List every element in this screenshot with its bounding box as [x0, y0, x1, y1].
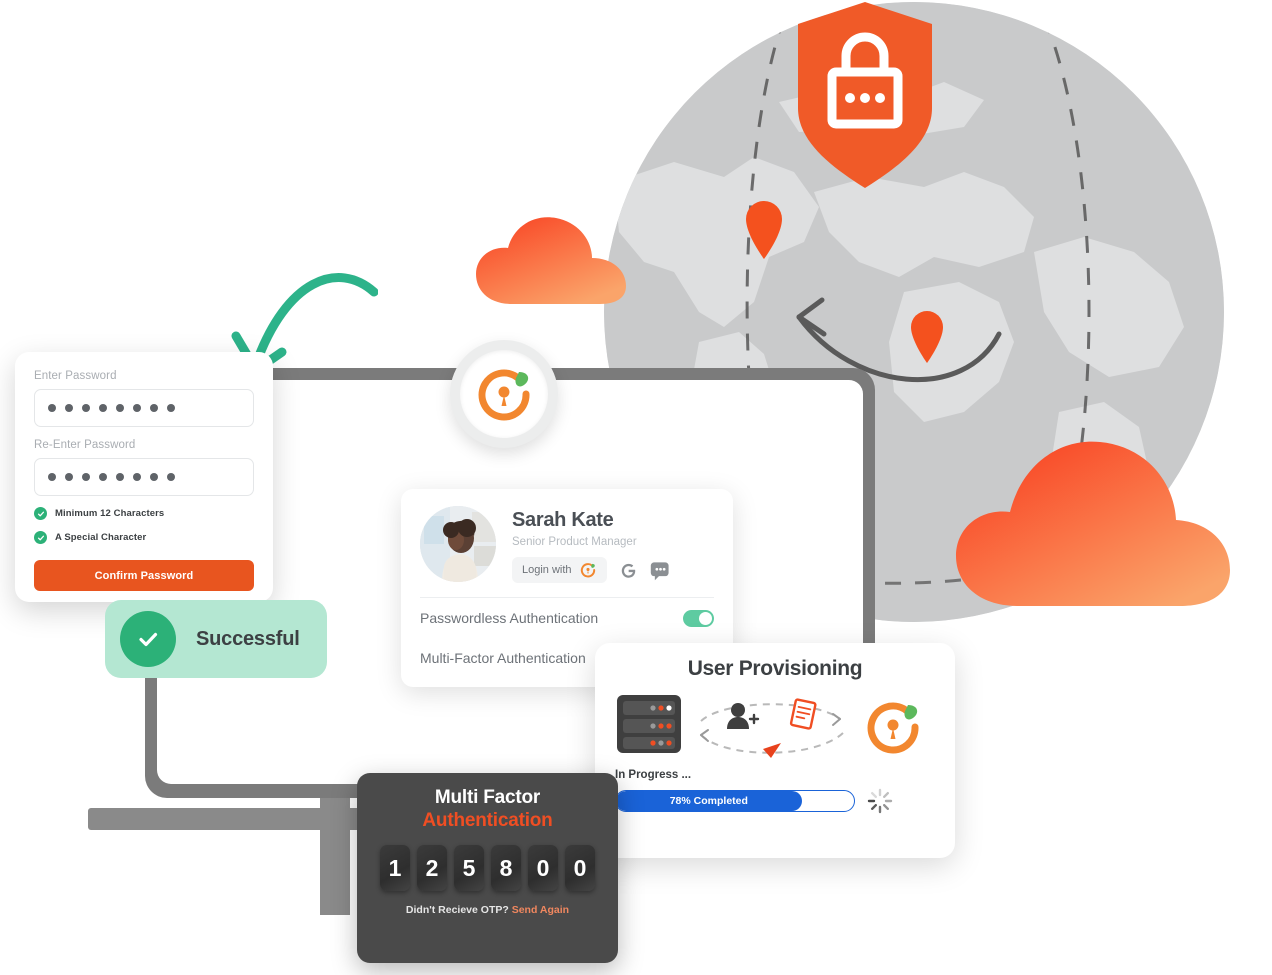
provisioning-diagram [615, 687, 935, 765]
otp-digit: 0 [573, 854, 587, 881]
success-label: Successful [196, 627, 300, 650]
security-shield-icon [790, 0, 940, 190]
provisioning-title: User Provisioning [687, 657, 863, 680]
otp-digit: 2 [425, 854, 439, 881]
requirement-item: Minimum 12 Characters [34, 507, 254, 520]
otp-digit-box[interactable]: 0 [565, 845, 595, 891]
reenter-password-label: Re-Enter Password [34, 439, 136, 451]
requirement-label: Minimum 12 Characters [55, 508, 165, 519]
login-with-chip[interactable]: Login with [512, 557, 607, 583]
user-add-icon [727, 703, 760, 729]
masked-dot [167, 473, 175, 481]
auth-option-label: Passwordless Authentication [420, 610, 599, 626]
masked-dot [82, 473, 90, 481]
login-with-label: Login with [522, 564, 572, 576]
pointer-icon [763, 743, 781, 758]
cyberark-icon [580, 563, 595, 578]
server-rack-icon [617, 695, 681, 753]
profile-name: Sarah Kate [512, 509, 614, 531]
send-again-link[interactable]: Send Again [512, 904, 569, 916]
masked-dot [116, 473, 124, 481]
masked-dot [150, 473, 158, 481]
provisioning-status: In Progress ... [615, 769, 692, 781]
otp-digit-box[interactable]: 8 [491, 845, 521, 891]
otp-resend-row: Didn't Recieve OTP? Send Again [357, 904, 618, 916]
enter-password-label: Enter Password [34, 370, 117, 382]
illustration-stage: Enter Password Re-Enter Password Minimum… [0, 0, 1272, 975]
masked-dot [48, 473, 56, 481]
confirm-password-button[interactable]: Confirm Password [34, 560, 254, 591]
profile-role: Senior Product Manager [512, 536, 637, 548]
user-provisioning-card: User Provisioning In Progress ... 78% Co… [595, 643, 955, 858]
identity-ring-icon [867, 702, 919, 754]
masked-dot [150, 404, 158, 412]
requirement-label: A Special Character [55, 532, 147, 543]
document-icon [789, 698, 817, 730]
progress-label: 78% Completed [669, 795, 748, 807]
spinner-icon [867, 788, 893, 814]
identity-ring-icon [478, 369, 530, 421]
masked-dot [167, 404, 175, 412]
requirement-item: A Special Character [34, 531, 254, 544]
avatar [420, 506, 496, 582]
mfa-title-line1: Multi Factor [434, 787, 541, 808]
masked-dot [99, 404, 107, 412]
mfa-otp-card: Multi Factor Authentication 1 2 5 8 0 0 … [357, 773, 618, 963]
identity-logo-badge [450, 340, 558, 448]
mfa-title-line2: Authentication [422, 810, 553, 831]
masked-dot [65, 404, 73, 412]
reenter-password-input[interactable] [34, 458, 254, 496]
masked-dot [116, 404, 124, 412]
otp-digit-box[interactable]: 1 [380, 845, 410, 891]
discord-icon[interactable] [650, 560, 671, 581]
otp-input-group[interactable]: 1 2 5 8 0 0 [357, 845, 618, 891]
progress-bar: 78% Completed [615, 790, 855, 812]
otp-digit: 8 [499, 854, 513, 881]
cloud-icon [948, 428, 1238, 623]
masked-dot [133, 473, 141, 481]
otp-digit-box[interactable]: 2 [417, 845, 447, 891]
check-icon [120, 611, 176, 667]
password-setup-card: Enter Password Re-Enter Password Minimum… [15, 352, 273, 602]
otp-digit-box[interactable]: 5 [454, 845, 484, 891]
otp-resend-prompt: Didn't Recieve OTP? [405, 904, 509, 916]
password-input[interactable] [34, 389, 254, 427]
otp-digit: 5 [462, 854, 476, 881]
auth-option-label: Multi-Factor Authentication [420, 650, 586, 666]
progress-bar-fill: 78% Completed [616, 791, 802, 811]
masked-dot [48, 404, 56, 412]
monitor-neck [320, 795, 350, 915]
google-icon[interactable] [619, 561, 638, 580]
check-icon [34, 507, 47, 520]
toggle-switch[interactable] [683, 609, 714, 627]
auth-option-passwordless[interactable]: Passwordless Authentication [420, 598, 714, 638]
masked-dot [82, 404, 90, 412]
masked-dot [99, 473, 107, 481]
cloud-icon [472, 206, 632, 331]
otp-digit: 1 [388, 854, 402, 881]
masked-dot [65, 473, 73, 481]
success-toast: Successful [105, 600, 327, 678]
otp-digit-box[interactable]: 0 [528, 845, 558, 891]
otp-digit: 0 [536, 854, 550, 881]
masked-dot [133, 404, 141, 412]
check-icon [34, 531, 47, 544]
